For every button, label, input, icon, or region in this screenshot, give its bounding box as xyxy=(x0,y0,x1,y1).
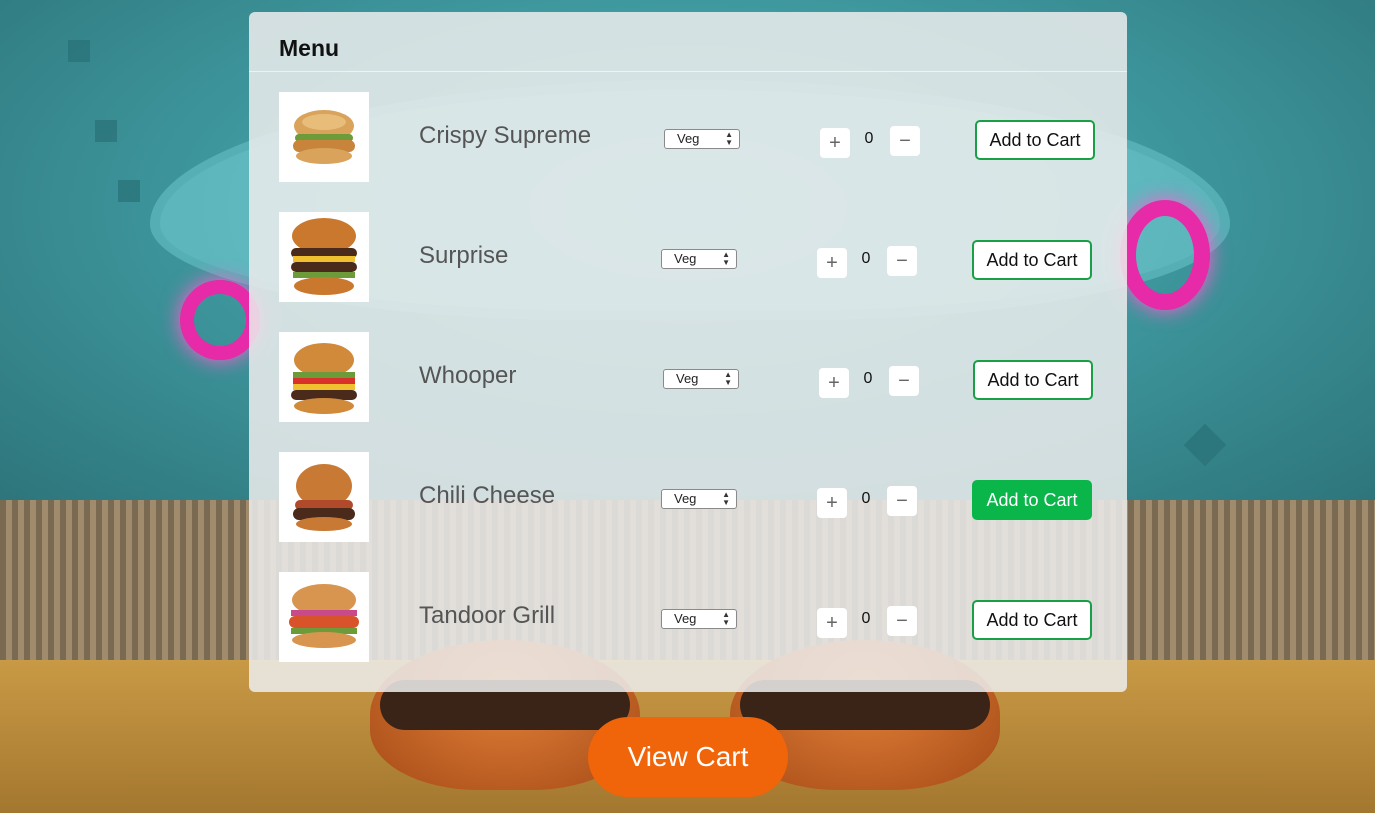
add-to-cart-button[interactable]: Add to Cart xyxy=(975,120,1095,160)
quantity-value: 0 xyxy=(861,250,871,267)
quantity-value: 0 xyxy=(861,610,871,627)
variant-select-value: Veg xyxy=(674,611,697,626)
view-cart-button[interactable]: View Cart xyxy=(588,717,788,797)
quantity-increase-button[interactable]: + xyxy=(817,608,847,638)
item-name: Crispy Supreme xyxy=(419,122,592,149)
quantity-decrease-button[interactable]: − xyxy=(887,606,917,636)
select-arrows-icon: ▲ ▼ xyxy=(722,490,730,507)
menu-item-row: Chili Cheese Veg ▲ ▼ + 0 − Add to Cart xyxy=(279,452,1099,542)
quantity-increase-button[interactable]: + xyxy=(819,368,849,398)
background-decoration xyxy=(118,180,140,202)
select-arrows-icon: ▲ ▼ xyxy=(722,610,730,627)
variant-select[interactable]: Veg ▲ ▼ xyxy=(661,489,737,509)
add-to-cart-button[interactable]: Add to Cart xyxy=(972,600,1092,640)
quantity-decrease-button[interactable]: − xyxy=(890,126,920,156)
quantity-decrease-button[interactable]: − xyxy=(887,486,917,516)
menu-item-row: Surprise Veg ▲ ▼ + 0 − Add to Cart xyxy=(279,212,1099,302)
burger-image xyxy=(279,572,369,662)
quantity-value: 0 xyxy=(861,490,871,507)
select-arrows-icon: ▲ ▼ xyxy=(722,250,730,267)
quantity-decrease-button[interactable]: − xyxy=(887,246,917,276)
add-to-cart-button[interactable]: Add to Cart xyxy=(973,360,1093,400)
add-to-cart-button[interactable]: Add to Cart xyxy=(972,240,1092,280)
variant-select-value: Veg xyxy=(676,371,699,386)
neon-letter-decoration xyxy=(1120,200,1210,310)
variant-select[interactable]: Veg ▲ ▼ xyxy=(661,249,737,269)
menu-title: Menu xyxy=(279,35,340,61)
burger-image xyxy=(279,332,369,422)
variant-select-value: Veg xyxy=(674,491,697,506)
menu-item-row: Tandoor Grill Veg ▲ ▼ + 0 − Add to Cart xyxy=(279,572,1099,662)
burger-image xyxy=(279,92,369,182)
select-arrows-icon: ▲ ▼ xyxy=(724,370,732,387)
neon-letter-decoration xyxy=(180,280,260,360)
variant-select-value: Veg xyxy=(677,131,700,146)
background-decoration xyxy=(95,120,117,142)
burger-image xyxy=(279,452,369,542)
item-name: Whooper xyxy=(419,362,517,389)
variant-select[interactable]: Veg ▲ ▼ xyxy=(661,609,737,629)
quantity-increase-button[interactable]: + xyxy=(817,488,847,518)
item-name: Surprise xyxy=(419,242,509,269)
quantity-increase-button[interactable]: + xyxy=(820,128,850,158)
menu-header: Menu xyxy=(249,12,1127,72)
select-arrows-icon: ▲ ▼ xyxy=(725,130,733,147)
quantity-value: 0 xyxy=(864,130,874,147)
quantity-increase-button[interactable]: + xyxy=(817,248,847,278)
variant-select[interactable]: Veg ▲ ▼ xyxy=(664,129,740,149)
quantity-value: 0 xyxy=(863,370,873,387)
menu-item-row: Crispy Supreme Veg ▲ ▼ + 0 − Add to Cart xyxy=(279,92,1099,182)
burger-image xyxy=(279,212,369,302)
background-decoration xyxy=(68,40,90,62)
menu-panel: Menu Crispy Supreme Veg ▲ ▼ + 0 − Add to … xyxy=(249,12,1127,692)
quantity-decrease-button[interactable]: − xyxy=(889,366,919,396)
item-name: Chili Cheese xyxy=(419,482,556,509)
item-name: Tandoor Grill xyxy=(419,602,556,629)
add-to-cart-button[interactable]: Add to Cart xyxy=(972,480,1092,520)
variant-select-value: Veg xyxy=(674,251,697,266)
variant-select[interactable]: Veg ▲ ▼ xyxy=(663,369,739,389)
menu-item-row: Whooper Veg ▲ ▼ + 0 − Add to Cart xyxy=(279,332,1099,422)
